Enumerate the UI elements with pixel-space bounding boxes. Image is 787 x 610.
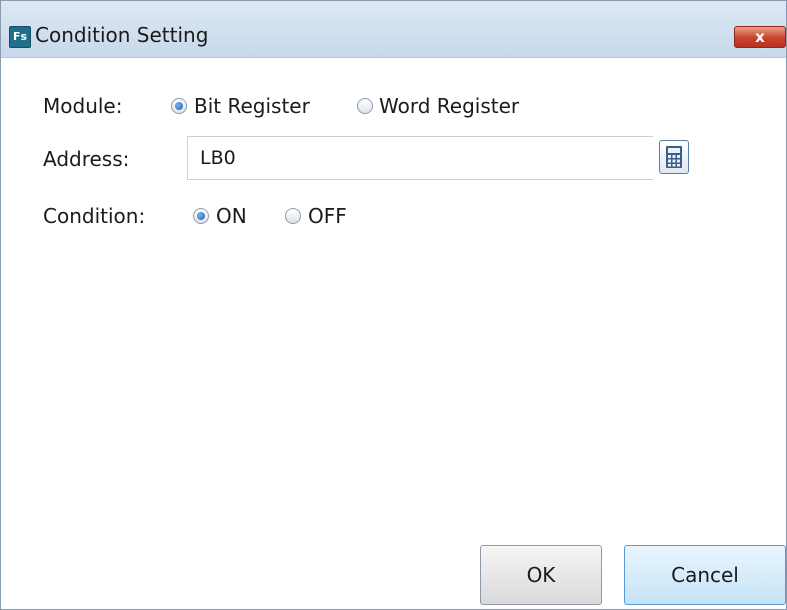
app-icon: Fs [9,26,31,48]
address-picker-button[interactable] [659,140,689,174]
address-input[interactable]: LB0 [187,136,653,180]
window-title: Condition Setting [35,23,209,47]
radio-on[interactable] [193,208,209,224]
on-label[interactable]: ON [216,204,247,228]
cancel-button[interactable]: Cancel [624,545,786,605]
off-label[interactable]: OFF [308,204,347,228]
calculator-icon [666,146,682,168]
module-label: Module: [43,94,123,118]
title-bar: Fs Condition Setting x [1,1,786,58]
radio-off[interactable] [285,208,301,224]
condition-label: Condition: [43,204,146,228]
close-icon: x [755,28,765,46]
radio-bit-register[interactable] [171,98,187,114]
close-button[interactable]: x [734,26,786,48]
address-label: Address: [43,147,130,171]
bit-register-label[interactable]: Bit Register [194,94,310,118]
ok-button[interactable]: OK [480,545,602,605]
radio-word-register[interactable] [357,98,373,114]
word-register-label[interactable]: Word Register [379,94,519,118]
condition-setting-dialog: Fs Condition Setting x Module: Bit Regis… [0,0,787,610]
